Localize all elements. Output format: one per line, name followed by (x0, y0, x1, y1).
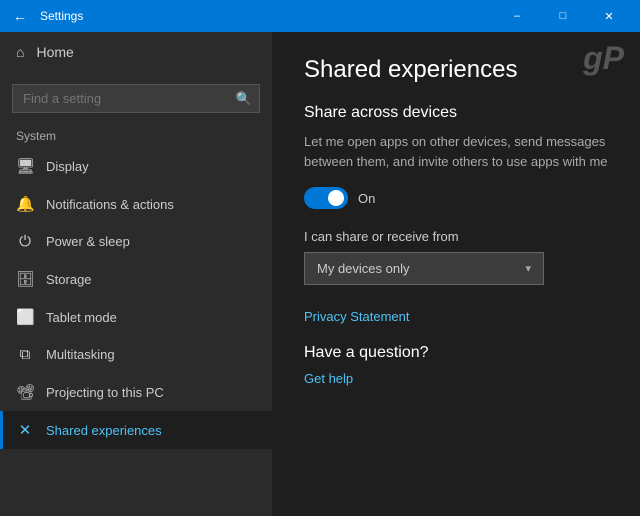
back-button[interactable]: ← (8, 4, 32, 28)
dropdown-value: My devices only (317, 261, 409, 276)
dropdown-arrow-icon: ▾ (525, 262, 531, 275)
sidebar-item-shared[interactable]: ✕ Shared experiences (0, 411, 272, 449)
sidebar-item-storage[interactable]: 🗄 Storage (0, 260, 272, 298)
devices-dropdown[interactable]: My devices only ▾ (304, 252, 544, 285)
minimize-button[interactable]: – (494, 0, 540, 32)
display-icon: 🖥 (16, 157, 34, 175)
section-title: Share across devices (304, 104, 608, 122)
share-from-label: I can share or receive from (304, 229, 608, 244)
sidebar-search-container: 🔍 (12, 84, 260, 113)
sidebar-item-power[interactable]: ⏻ Power & sleep (0, 223, 272, 260)
sidebar-projecting-label: Projecting to this PC (46, 385, 164, 400)
sidebar-item-tablet[interactable]: ⬜ Tablet mode (0, 298, 272, 336)
storage-icon: 🗄 (16, 270, 34, 288)
sidebar-item-notifications[interactable]: 🔔 Notifications & actions (0, 185, 272, 223)
sidebar-item-display[interactable]: 🖥 Display (0, 147, 272, 185)
search-input[interactable] (12, 84, 260, 113)
window-controls: – □ ✕ (494, 0, 632, 32)
close-button[interactable]: ✕ (586, 0, 632, 32)
tablet-icon: ⬜ (16, 308, 34, 326)
sidebar-notifications-label: Notifications & actions (46, 197, 174, 212)
window-title: Settings (40, 9, 83, 23)
multitasking-icon: ⧉ (16, 346, 34, 363)
sidebar-shared-label: Shared experiences (46, 423, 162, 438)
sidebar-multitasking-label: Multitasking (46, 347, 115, 362)
page-title: Shared experiences (304, 56, 608, 84)
toggle-label: On (358, 191, 375, 206)
maximize-button[interactable]: □ (540, 0, 586, 32)
sidebar-item-home[interactable]: ⌂ Home (0, 32, 272, 72)
power-icon: ⏻ (16, 233, 34, 250)
sidebar-storage-label: Storage (46, 272, 92, 287)
sidebar-display-label: Display (46, 159, 89, 174)
share-toggle[interactable] (304, 187, 348, 209)
main-layout: ⌂ Home 🔍 System 🖥 Display 🔔 Notification… (0, 32, 640, 516)
sidebar-power-label: Power & sleep (46, 234, 130, 249)
toggle-row: On (304, 187, 608, 209)
sidebar-tablet-label: Tablet mode (46, 310, 117, 325)
projecting-icon: 📽 (16, 383, 34, 401)
back-icon: ← (13, 8, 27, 24)
shared-icon: ✕ (16, 421, 34, 439)
sidebar-section-label: System (0, 121, 272, 147)
gp-watermark: gP (583, 40, 624, 77)
notifications-icon: 🔔 (16, 195, 34, 213)
sidebar-item-multitasking[interactable]: ⧉ Multitasking (0, 336, 272, 373)
have-question-heading: Have a question? (304, 344, 608, 362)
sidebar-item-projecting[interactable]: 📽 Projecting to this PC (0, 373, 272, 411)
title-bar: ← Settings – □ ✕ (0, 0, 640, 32)
section-description: Let me open apps on other devices, send … (304, 132, 608, 171)
home-icon: ⌂ (16, 44, 24, 60)
search-icon: 🔍 (236, 91, 252, 107)
toggle-knob (328, 190, 344, 206)
privacy-statement-link[interactable]: Privacy Statement (304, 309, 608, 324)
get-help-link[interactable]: Get help (304, 371, 353, 386)
sidebar-home-label: Home (36, 44, 73, 60)
content-area: gP Shared experiences Share across devic… (272, 32, 640, 516)
sidebar: ⌂ Home 🔍 System 🖥 Display 🔔 Notification… (0, 32, 272, 516)
